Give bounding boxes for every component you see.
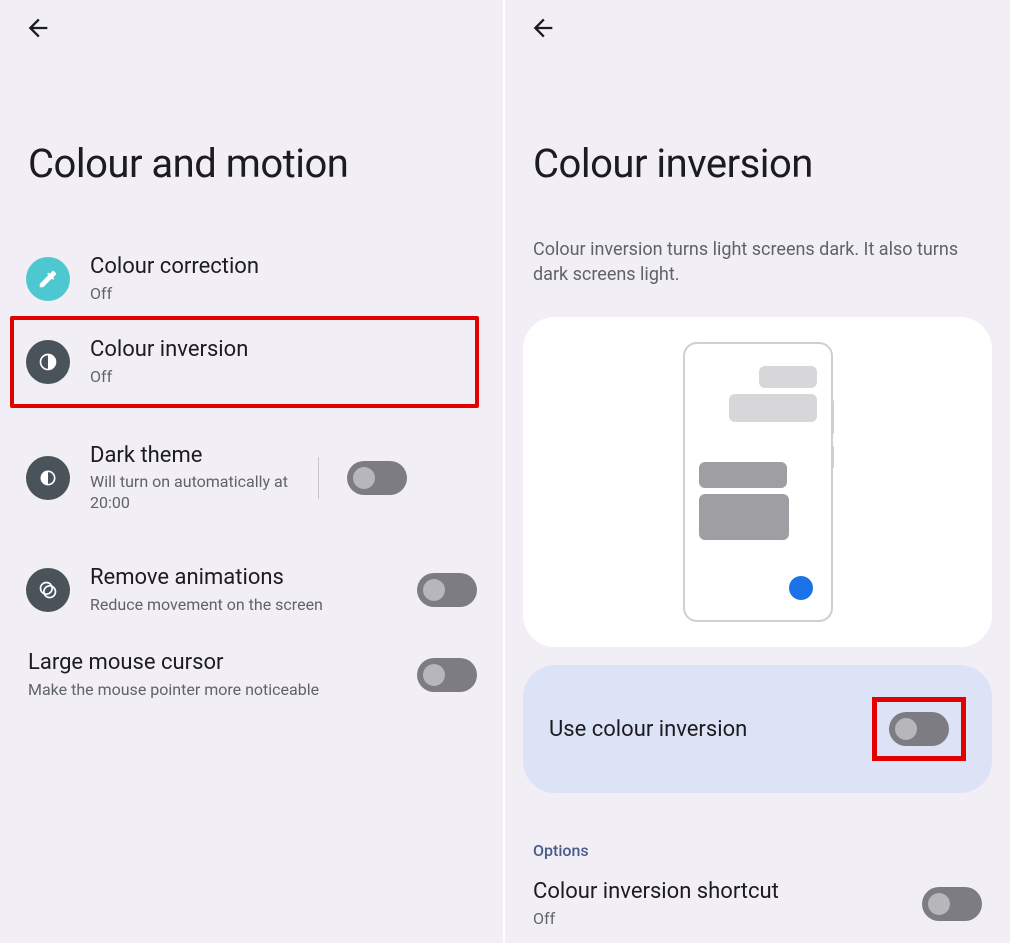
- colour-correction-item[interactable]: Colour correction Off: [14, 237, 489, 320]
- remove-animations-label: Remove animations: [90, 564, 409, 593]
- large-cursor-item[interactable]: Large mouse cursor Make the mouse pointe…: [14, 649, 489, 700]
- back-button[interactable]: [24, 14, 52, 46]
- dark-theme-item[interactable]: Dark theme Will turn on automatically at…: [14, 426, 489, 530]
- preview-block: [759, 366, 817, 388]
- settings-list: Colour correction Off Colour inversion O…: [0, 237, 503, 701]
- dark-theme-toggle[interactable]: [347, 461, 407, 495]
- dark-theme-status: Will turn on automatically at 20:00: [90, 472, 310, 514]
- page-title: Colour and motion: [28, 140, 503, 187]
- contrast-icon: [26, 340, 70, 384]
- arrow-back-icon: [24, 14, 52, 42]
- animation-icon: [26, 568, 70, 612]
- remove-animations-status: Reduce movement on the screen: [90, 595, 409, 616]
- row-text: Dark theme Will turn on automatically at…: [90, 442, 310, 514]
- row-text: Large mouse cursor Make the mouse pointe…: [28, 649, 409, 700]
- preview-block: [699, 494, 789, 540]
- preview-block: [729, 394, 817, 422]
- large-cursor-toggle[interactable]: [417, 658, 477, 692]
- colour-inversion-item[interactable]: Colour inversion Off: [10, 316, 479, 407]
- use-colour-inversion-card[interactable]: Use colour inversion: [523, 665, 992, 793]
- dark-theme-label: Dark theme: [90, 442, 310, 471]
- remove-animations-toggle[interactable]: [417, 573, 477, 607]
- remove-animations-item[interactable]: Remove animations Reduce movement on the…: [14, 548, 489, 631]
- dark-theme-icon: [26, 456, 70, 500]
- preview-fab: [789, 576, 813, 600]
- shortcut-toggle[interactable]: [922, 887, 982, 921]
- row-text: Colour inversion Off: [90, 336, 463, 387]
- large-cursor-label: Large mouse cursor: [28, 649, 409, 678]
- colour-inversion-shortcut-item[interactable]: Colour inversion shortcut Off: [533, 878, 982, 929]
- use-colour-inversion-label: Use colour inversion: [549, 717, 747, 742]
- preview-block: [699, 462, 787, 488]
- use-colour-inversion-toggle[interactable]: [889, 712, 949, 746]
- phone-preview: [683, 342, 833, 622]
- page-description: Colour inversion turns light screens dar…: [533, 237, 982, 287]
- colour-correction-label: Colour correction: [90, 253, 477, 282]
- back-button[interactable]: [529, 14, 557, 46]
- eyedropper-icon: [26, 257, 70, 301]
- colour-and-motion-screen: Colour and motion Colour correction Off …: [0, 0, 505, 943]
- page-title: Colour inversion: [533, 140, 1010, 187]
- row-text: Colour inversion shortcut Off: [533, 878, 779, 929]
- large-cursor-status: Make the mouse pointer more noticeable: [28, 680, 409, 701]
- row-text: Remove animations Reduce movement on the…: [90, 564, 409, 615]
- divider: [318, 457, 319, 499]
- colour-inversion-label: Colour inversion: [90, 336, 463, 365]
- highlight-box: [872, 697, 966, 761]
- colour-inversion-status: Off: [90, 367, 463, 388]
- colour-correction-status: Off: [90, 284, 477, 305]
- options-header: Options: [533, 841, 982, 860]
- colour-inversion-screen: Colour inversion Colour inversion turns …: [505, 0, 1010, 943]
- arrow-back-icon: [529, 14, 557, 42]
- shortcut-status: Off: [533, 909, 779, 930]
- row-text: Colour correction Off: [90, 253, 477, 304]
- phone-button-icon: [831, 446, 834, 468]
- preview-card: [523, 317, 992, 647]
- shortcut-label: Colour inversion shortcut: [533, 878, 779, 907]
- phone-button-icon: [831, 400, 834, 434]
